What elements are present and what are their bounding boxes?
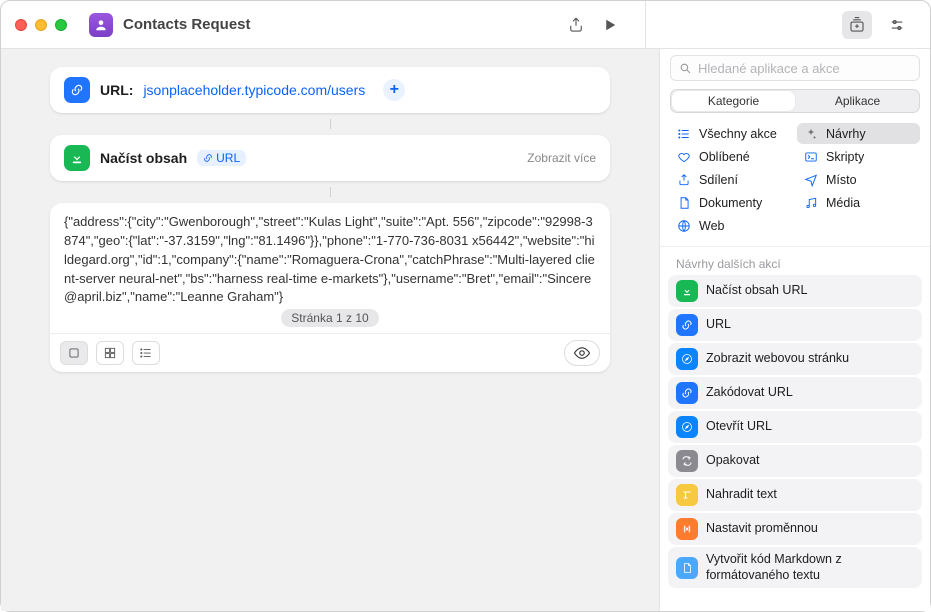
close-window[interactable] xyxy=(15,19,27,31)
window-controls xyxy=(15,19,67,31)
suggestion-item[interactable]: Nahradit text xyxy=(668,479,922,511)
get-contents-action-card[interactable]: Načíst obsah URL Zobrazit více xyxy=(50,135,610,181)
suggestion-label: Zobrazit webovou stránku xyxy=(706,351,849,367)
suggestion-item[interactable]: Otevřít URL xyxy=(668,411,922,443)
safari-icon xyxy=(676,416,698,438)
link-icon xyxy=(676,314,698,336)
settings-toggle[interactable] xyxy=(882,11,912,39)
repeat-icon xyxy=(676,450,698,472)
actions-sidebar: Kategorie Aplikace Všechny akce Návrhy Obl… xyxy=(660,49,930,611)
category-web[interactable]: Web xyxy=(670,215,793,236)
category-skripty[interactable]: Skripty xyxy=(797,146,920,167)
search-input[interactable] xyxy=(698,61,911,76)
category-label: Skripty xyxy=(826,150,864,164)
search-field[interactable] xyxy=(670,55,920,81)
suggestion-label: URL xyxy=(706,317,731,333)
run-button[interactable] xyxy=(595,11,625,39)
sparkle-icon xyxy=(803,126,818,141)
category-label: Místo xyxy=(826,173,857,187)
zoom-window[interactable] xyxy=(55,19,67,31)
segment-apps[interactable]: Aplikace xyxy=(796,90,919,112)
suggestion-label: Otevřít URL xyxy=(706,419,772,435)
globe-icon xyxy=(676,218,691,233)
url-variable-token[interactable]: URL xyxy=(197,150,246,166)
suggestion-label: Vytvořit kód Markdown z formátovaného te… xyxy=(706,552,914,583)
share-button[interactable] xyxy=(561,11,591,39)
category-label: Návrhy xyxy=(826,127,866,141)
view-grid-button[interactable] xyxy=(96,341,124,365)
category-label: Sdílení xyxy=(699,173,738,187)
category-label: Web xyxy=(699,219,724,233)
share-icon xyxy=(676,172,691,187)
heart-icon xyxy=(676,149,691,164)
link-icon xyxy=(64,77,90,103)
url-action-card[interactable]: URL: jsonplaceholder.typicode.com/users … xyxy=(50,67,610,113)
category-label: Dokumenty xyxy=(699,196,762,210)
category-label: Oblíbené xyxy=(699,150,750,164)
suggestion-item[interactable]: URL xyxy=(668,309,922,341)
var-icon xyxy=(676,518,698,540)
doc-icon xyxy=(676,557,698,579)
library-segment[interactable]: Kategorie Aplikace xyxy=(670,89,920,113)
url-value-field[interactable]: jsonplaceholder.typicode.com/users xyxy=(143,82,365,98)
page-indicator: Stránka 1 z 10 xyxy=(281,309,378,327)
location-icon xyxy=(803,172,818,187)
shortcut-app-icon xyxy=(89,13,113,37)
minimize-window[interactable] xyxy=(35,19,47,31)
view-single-button[interactable] xyxy=(60,341,88,365)
safari-icon xyxy=(676,348,698,370)
workflow-canvas[interactable]: URL: jsonplaceholder.typicode.com/users … xyxy=(1,49,660,611)
show-more-link[interactable]: Zobrazit více xyxy=(527,151,596,165)
category-oblíbené[interactable]: Oblíbené xyxy=(670,146,793,167)
library-toggle[interactable] xyxy=(842,11,872,39)
segment-categories[interactable]: Kategorie xyxy=(672,91,795,111)
category-návrhy[interactable]: Návrhy xyxy=(797,123,920,144)
add-url-button[interactable]: + xyxy=(383,79,405,101)
action-title: Načíst obsah xyxy=(100,150,187,166)
category-sdílení[interactable]: Sdílení xyxy=(670,169,793,190)
result-text: {"address":{"city":"Gwenborough","street… xyxy=(50,203,610,309)
view-list-button[interactable] xyxy=(132,341,160,365)
suggestion-label: Opakovat xyxy=(706,453,760,469)
window-title: Contacts Request xyxy=(123,16,251,33)
suggestion-label: Zakódovat URL xyxy=(706,385,793,401)
doc-icon xyxy=(676,195,691,210)
suggestion-item[interactable]: Zakódovat URL xyxy=(668,377,922,409)
suggestion-label: Nahradit text xyxy=(706,487,777,503)
suggestion-item[interactable]: Vytvořit kód Markdown z formátovaného te… xyxy=(668,547,922,588)
category-label: Všechny akce xyxy=(699,127,777,141)
download-icon xyxy=(64,145,90,171)
list-icon xyxy=(676,126,691,141)
suggestion-item[interactable]: Nastavit proměnnou xyxy=(668,513,922,545)
result-preview-card: {"address":{"city":"Gwenborough","street… xyxy=(50,203,610,372)
suggestions-header: Návrhy dalších akcí xyxy=(660,247,930,275)
link-icon xyxy=(676,382,698,404)
connector xyxy=(330,187,331,197)
text-icon xyxy=(676,484,698,506)
category-všechny-akce[interactable]: Všechny akce xyxy=(670,123,793,144)
category-média[interactable]: Média xyxy=(797,192,920,213)
music-icon xyxy=(803,195,818,210)
suggestion-label: Nastavit proměnnou xyxy=(706,521,818,537)
suggestion-item[interactable]: Zobrazit webovou stránku xyxy=(668,343,922,375)
terminal-icon xyxy=(803,149,818,164)
suggestion-item[interactable]: Opakovat xyxy=(668,445,922,477)
download-icon xyxy=(676,280,698,302)
suggestion-label: Načíst obsah URL xyxy=(706,283,807,299)
category-dokumenty[interactable]: Dokumenty xyxy=(670,192,793,213)
category-místo[interactable]: Místo xyxy=(797,169,920,190)
titlebar: Contacts Request xyxy=(1,1,930,49)
category-label: Média xyxy=(826,196,860,210)
suggestion-item[interactable]: Načíst obsah URL xyxy=(668,275,922,307)
url-label: URL: xyxy=(100,82,133,98)
connector xyxy=(330,119,331,129)
quicklook-button[interactable] xyxy=(564,340,600,366)
